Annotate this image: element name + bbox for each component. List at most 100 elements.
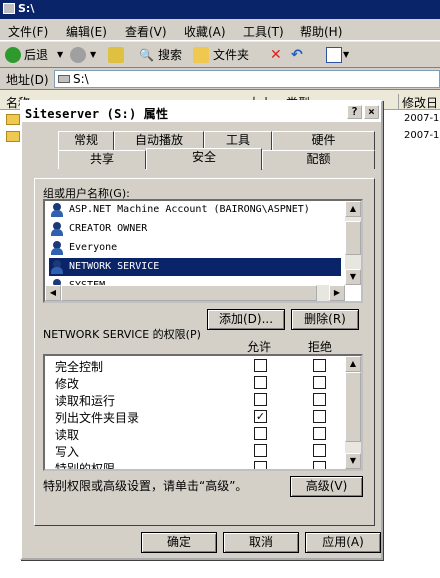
user-list-hscrollbar[interactable]: ◀ ▶	[45, 285, 345, 301]
permission-name: 修改	[55, 377, 80, 391]
up-folder-icon[interactable]	[108, 47, 124, 63]
permissions-vscrollbar[interactable]: ▲ ▼	[345, 356, 361, 469]
scroll-down-icon[interactable]: ▼	[345, 269, 361, 285]
folder-icon[interactable]	[6, 114, 20, 125]
cancel-button[interactable]: 取消	[223, 532, 299, 553]
hscroll-thumb[interactable]	[61, 285, 317, 301]
permission-row: 列出文件夹目录 ✓	[45, 408, 335, 425]
back-button[interactable]: 后退	[24, 45, 48, 65]
folders-button[interactable]: 文件夹	[213, 45, 249, 65]
permission-name: 读取	[55, 428, 80, 442]
menu-view[interactable]: 查看(V)	[125, 23, 167, 40]
remove-button[interactable]: 删除(R)	[291, 309, 359, 330]
menu-file[interactable]: 文件(F)	[8, 23, 48, 40]
deny-header: 拒绝	[308, 340, 333, 354]
folder-icon[interactable]	[6, 131, 20, 142]
user-group-icon	[51, 241, 65, 255]
permission-row: 写入	[45, 442, 335, 459]
scroll-up-icon[interactable]: ▲	[345, 201, 361, 217]
tab-general[interactable]: 常规	[58, 131, 114, 150]
ok-button[interactable]: 确定	[141, 532, 217, 553]
deny-checkbox[interactable]	[313, 461, 326, 469]
close-button[interactable]: ×	[364, 105, 379, 119]
user-group-icon	[51, 203, 65, 217]
permission-name: 列出文件夹目录	[55, 411, 140, 425]
scroll-thumb[interactable]	[345, 221, 361, 255]
folders-icon[interactable]	[193, 47, 209, 63]
allow-checkbox[interactable]	[254, 427, 267, 440]
allow-checkbox[interactable]	[254, 359, 267, 372]
permission-name: 完全控制	[55, 360, 104, 374]
permission-name: 写入	[55, 445, 80, 459]
deny-checkbox[interactable]	[313, 376, 326, 389]
permissions-list: 完全控制修改读取和运行列出文件夹目录 ✓ 读取写入特别的权限 ▲ ▼	[43, 354, 363, 471]
views-icon[interactable]	[326, 47, 342, 63]
user-group-icon	[51, 222, 65, 236]
deny-checkbox[interactable]	[313, 410, 326, 423]
tab-security[interactable]: 安全	[146, 148, 262, 170]
explorer-title-bar: S:\	[0, 0, 440, 19]
forward-dropdown-icon[interactable]: ▼	[90, 45, 96, 65]
permission-row: 修改	[45, 374, 335, 391]
tab-sharing[interactable]: 共享	[58, 150, 146, 169]
forward-arrow-icon[interactable]	[70, 47, 86, 63]
permission-row: 读取	[45, 425, 335, 442]
search-icon[interactable]: 🔍	[139, 45, 154, 65]
deny-checkbox[interactable]	[313, 444, 326, 457]
scroll-left-icon[interactable]: ◀	[45, 285, 61, 301]
menu-favorites[interactable]: 收藏(A)	[184, 23, 226, 40]
list-item[interactable]: CREATOR OWNER	[49, 220, 341, 238]
row-modified: 2007-1	[404, 113, 440, 124]
tab-quota[interactable]: 配额	[262, 150, 375, 169]
user-list[interactable]: ASP.NET Machine Account (BAIRONG\ASPNET)…	[43, 199, 363, 303]
tab-hardware[interactable]: 硬件	[272, 131, 375, 150]
address-input[interactable]: S:\	[54, 70, 440, 88]
drive-icon	[3, 3, 15, 14]
back-arrow-icon[interactable]	[5, 47, 21, 63]
menu-bar: 文件(F) 编辑(E) 查看(V) 收藏(A) 工具(T) 帮助(H)	[0, 19, 440, 41]
explorer-title: S:\	[18, 2, 35, 15]
scroll-thumb[interactable]	[345, 372, 361, 442]
row-modified: 2007-1	[404, 130, 440, 141]
user-group-icon	[51, 260, 65, 274]
deny-checkbox[interactable]	[313, 427, 326, 440]
security-panel: 组或用户名称(G): ASP.NET Machine Account (BAIR…	[34, 178, 375, 526]
help-button[interactable]: ?	[347, 105, 362, 119]
views-dropdown-icon[interactable]: ▼	[343, 45, 349, 65]
toolbar: 后退 ▼ ▼ 🔍 搜索 文件夹 ✕ ↶ ▼	[0, 42, 440, 68]
address-bar: 地址(D) S:\	[0, 68, 440, 90]
deny-checkbox[interactable]	[313, 359, 326, 372]
apply-button[interactable]: 应用(A)	[305, 532, 381, 553]
permission-name: 特别的权限	[55, 462, 116, 471]
list-item[interactable]: Everyone	[49, 239, 341, 257]
scroll-right-icon[interactable]: ▶	[329, 285, 345, 301]
permission-row: 读取和运行	[45, 391, 335, 408]
permission-name: 读取和运行	[55, 394, 116, 408]
allow-checkbox[interactable]	[254, 376, 267, 389]
address-label: 地址(D)	[6, 73, 49, 87]
advanced-button[interactable]: 高级(V)	[290, 476, 363, 497]
allow-checkbox[interactable]	[254, 461, 267, 469]
scroll-down-icon[interactable]: ▼	[345, 453, 361, 469]
permission-row: 完全控制	[45, 357, 335, 374]
list-item[interactable]: ASP.NET Machine Account (BAIRONG\ASPNET)	[49, 201, 341, 219]
menu-tools[interactable]: 工具(T)	[243, 23, 284, 40]
back-dropdown-icon[interactable]: ▼	[57, 45, 63, 65]
menu-edit[interactable]: 编辑(E)	[66, 23, 107, 40]
search-button[interactable]: 搜索	[158, 45, 182, 65]
undo-icon[interactable]: ↶	[291, 45, 303, 65]
delete-icon[interactable]: ✕	[270, 45, 282, 65]
drive-icon	[58, 75, 70, 83]
allow-checkbox[interactable]	[254, 444, 267, 457]
deny-checkbox[interactable]	[313, 393, 326, 406]
allow-checkbox[interactable]: ✓	[254, 410, 267, 423]
list-item-selected[interactable]: NETWORK SERVICE	[49, 258, 341, 276]
permission-row: 特别的权限	[45, 459, 335, 471]
scroll-up-icon[interactable]: ▲	[345, 356, 361, 372]
add-button[interactable]: 添加(D)...	[207, 309, 285, 330]
allow-checkbox[interactable]	[254, 393, 267, 406]
menu-help[interactable]: 帮助(H)	[300, 23, 342, 40]
column-modified[interactable]: 修改日	[398, 94, 438, 111]
user-list-vscrollbar[interactable]: ▲ ▼	[345, 201, 361, 285]
allow-header: 允许	[247, 340, 272, 354]
